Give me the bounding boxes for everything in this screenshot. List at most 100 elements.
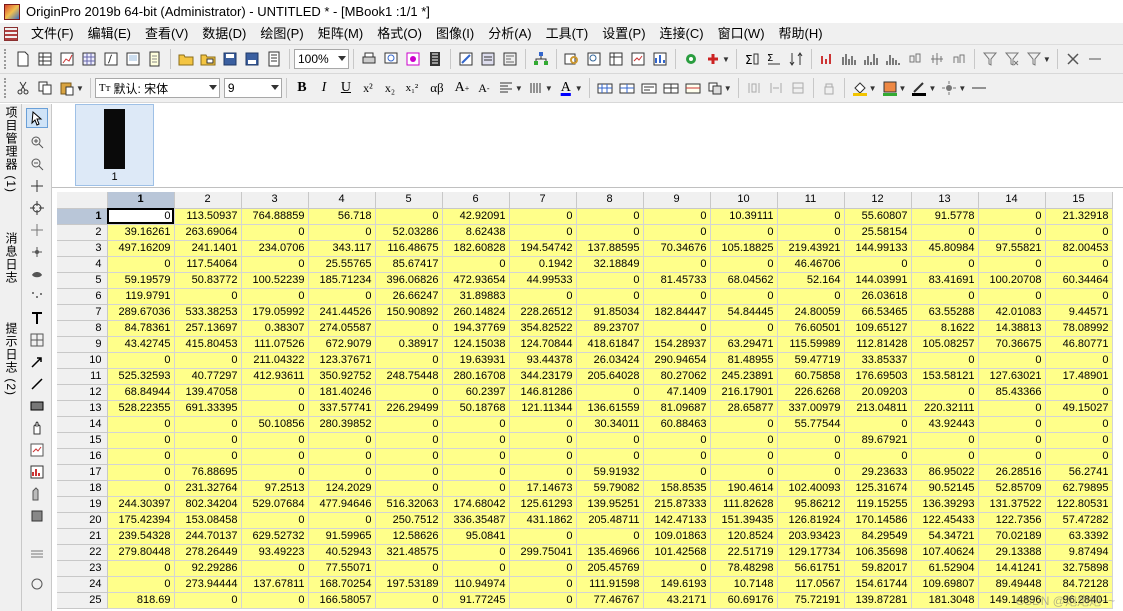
script-window-icon[interactable] bbox=[478, 49, 498, 69]
super-subscript-icon[interactable]: x₁² bbox=[402, 78, 422, 98]
matrix-cell[interactable]: 60.69176 bbox=[710, 592, 778, 609]
matrix-cell[interactable]: 19.63931 bbox=[442, 352, 510, 369]
matrix-cell[interactable]: 61.52904 bbox=[911, 560, 979, 577]
matrix-cell[interactable]: 81.45733 bbox=[643, 272, 711, 289]
matrix-cell[interactable]: 124.15038 bbox=[442, 336, 510, 353]
matrix-cell[interactable]: 0 bbox=[442, 464, 510, 481]
matrix-cell[interactable]: 89.67921 bbox=[844, 432, 912, 449]
matrix-cell[interactable]: 22.51719 bbox=[710, 544, 778, 561]
matrix-cell[interactable]: 111.91598 bbox=[576, 576, 644, 593]
matrix-cell[interactable]: 205.48711 bbox=[576, 512, 644, 529]
matrix-cell[interactable]: 63.29471 bbox=[710, 336, 778, 353]
matrix-cell[interactable]: 0 bbox=[710, 464, 778, 481]
matrix-cell[interactable]: 49.15027 bbox=[1045, 400, 1113, 417]
column-header[interactable]: 8 bbox=[576, 192, 644, 209]
matrix-cell[interactable]: 77.46767 bbox=[576, 592, 644, 609]
matrix-cell[interactable]: 182.84447 bbox=[643, 304, 711, 321]
matrix-cell[interactable]: 50.18768 bbox=[442, 400, 510, 417]
import-icon[interactable] bbox=[264, 49, 284, 69]
matrix-cell[interactable]: 121.11344 bbox=[509, 400, 577, 417]
matrix-cell[interactable]: 0 bbox=[643, 224, 711, 241]
superscript-icon[interactable]: x² bbox=[358, 78, 378, 98]
matrix-cell[interactable]: 95.86212 bbox=[777, 496, 845, 513]
matrix-cell[interactable]: 0 bbox=[1045, 256, 1113, 273]
matrix-cell[interactable]: 802.34204 bbox=[174, 496, 242, 513]
matrix-cell[interactable]: 257.13697 bbox=[174, 320, 242, 337]
matrix-cell[interactable]: 174.68042 bbox=[442, 496, 510, 513]
matrix-cell[interactable]: 26.03618 bbox=[844, 288, 912, 305]
matrix-cell[interactable]: 472.93654 bbox=[442, 272, 510, 289]
dropdown-arrow-icon[interactable]: ▼ bbox=[958, 84, 966, 93]
matrix-cell[interactable]: 78.48298 bbox=[710, 560, 778, 577]
matrix-cell[interactable]: 54.34721 bbox=[911, 528, 979, 545]
print-icon[interactable] bbox=[359, 49, 379, 69]
matrix-cell[interactable]: 350.92752 bbox=[308, 368, 376, 385]
matrix-cell[interactable]: 0 bbox=[442, 416, 510, 433]
matrix-cell[interactable]: 0 bbox=[911, 288, 979, 305]
column-chart-icon[interactable] bbox=[861, 49, 881, 69]
matrix-cell[interactable]: 0 bbox=[308, 464, 376, 481]
matrix-cell[interactable]: 168.70254 bbox=[308, 576, 376, 593]
matrix-cell[interactable]: 60.88463 bbox=[643, 416, 711, 433]
menu-format[interactable]: 格式(O) bbox=[370, 23, 429, 45]
matrix-cell[interactable]: 0 bbox=[241, 224, 309, 241]
matrix-cell[interactable]: 0 bbox=[978, 416, 1046, 433]
matrix-cell[interactable]: 245.23891 bbox=[710, 368, 778, 385]
matrix-cell[interactable]: 59.82017 bbox=[844, 560, 912, 577]
matrix-cell[interactable]: 76.60501 bbox=[777, 320, 845, 337]
matrix-cell[interactable]: 86.95022 bbox=[911, 464, 979, 481]
matrix-cell[interactable]: 0 bbox=[576, 528, 644, 545]
matrix-cell[interactable]: 52.164 bbox=[777, 272, 845, 289]
matrix-cell[interactable]: 691.33395 bbox=[174, 400, 242, 417]
matrix-cell[interactable]: 0 bbox=[375, 432, 443, 449]
matrix-cell[interactable]: 274.05587 bbox=[308, 320, 376, 337]
line-tool-icon[interactable] bbox=[26, 374, 48, 394]
matrix-cell[interactable]: 0 bbox=[107, 560, 175, 577]
row-header[interactable]: 3 bbox=[57, 240, 108, 257]
matrix-cell[interactable]: 0 bbox=[576, 432, 644, 449]
draw-data-icon[interactable] bbox=[26, 286, 48, 306]
matrix-cell[interactable]: 0 bbox=[710, 448, 778, 465]
font-color-icon[interactable]: A bbox=[556, 78, 576, 98]
row-header[interactable]: 8 bbox=[57, 320, 108, 337]
matrix-cell[interactable]: 0 bbox=[107, 432, 175, 449]
matrix-cell[interactable]: 321.48575 bbox=[375, 544, 443, 561]
app-gallery-icon[interactable] bbox=[681, 49, 701, 69]
matrix-cell[interactable]: 0 bbox=[911, 352, 979, 369]
stats-chart-icon[interactable] bbox=[927, 49, 947, 69]
region-tool-icon[interactable] bbox=[26, 440, 48, 460]
menu-view[interactable]: 查看(V) bbox=[138, 23, 195, 45]
matrix-cell[interactable]: 111.07526 bbox=[241, 336, 309, 353]
dropdown-arrow-icon[interactable]: ▼ bbox=[575, 84, 583, 93]
layer-tools-icon[interactable] bbox=[744, 78, 764, 98]
matrix-cell[interactable]: 0.1942 bbox=[509, 256, 577, 273]
matrix-cell[interactable]: 0 bbox=[576, 224, 644, 241]
matrix-cell[interactable]: 40.77297 bbox=[174, 368, 242, 385]
row-header[interactable]: 21 bbox=[57, 528, 108, 545]
matrix-cell[interactable]: 0 bbox=[911, 432, 979, 449]
row-header[interactable]: 10 bbox=[57, 352, 108, 369]
matrix-cell[interactable]: 0 bbox=[375, 592, 443, 609]
scale-tool-icon[interactable] bbox=[26, 176, 48, 196]
matrix-cell[interactable]: 279.80448 bbox=[107, 544, 175, 561]
lock-icon[interactable] bbox=[819, 78, 839, 98]
matrix-cell[interactable]: 0 bbox=[442, 448, 510, 465]
matrix-cell[interactable]: 75.72191 bbox=[777, 592, 845, 609]
matrix-cell[interactable]: 0 bbox=[241, 512, 309, 529]
line-style-icon[interactable] bbox=[969, 78, 989, 98]
circle-tool-icon[interactable] bbox=[26, 574, 48, 594]
matrix-cell[interactable]: 105.08257 bbox=[911, 336, 979, 353]
matrix-cell[interactable]: 0 bbox=[710, 224, 778, 241]
command-window-icon[interactable] bbox=[500, 49, 520, 69]
insert-image-icon[interactable] bbox=[705, 78, 725, 98]
matrix-cell[interactable]: 43.2171 bbox=[643, 592, 711, 609]
row-header[interactable]: 1 bbox=[57, 208, 108, 225]
matrix-cell[interactable]: 0 bbox=[308, 224, 376, 241]
matrix-cell[interactable]: 0 bbox=[777, 464, 845, 481]
column-header[interactable]: 7 bbox=[509, 192, 577, 209]
matrix-cell[interactable]: 125.31674 bbox=[844, 480, 912, 497]
arrow-tool-icon[interactable] bbox=[26, 352, 48, 372]
matrix-cell[interactable]: 529.07684 bbox=[241, 496, 309, 513]
matrix-cell[interactable]: 0 bbox=[375, 464, 443, 481]
row-header[interactable]: 25 bbox=[57, 592, 108, 609]
